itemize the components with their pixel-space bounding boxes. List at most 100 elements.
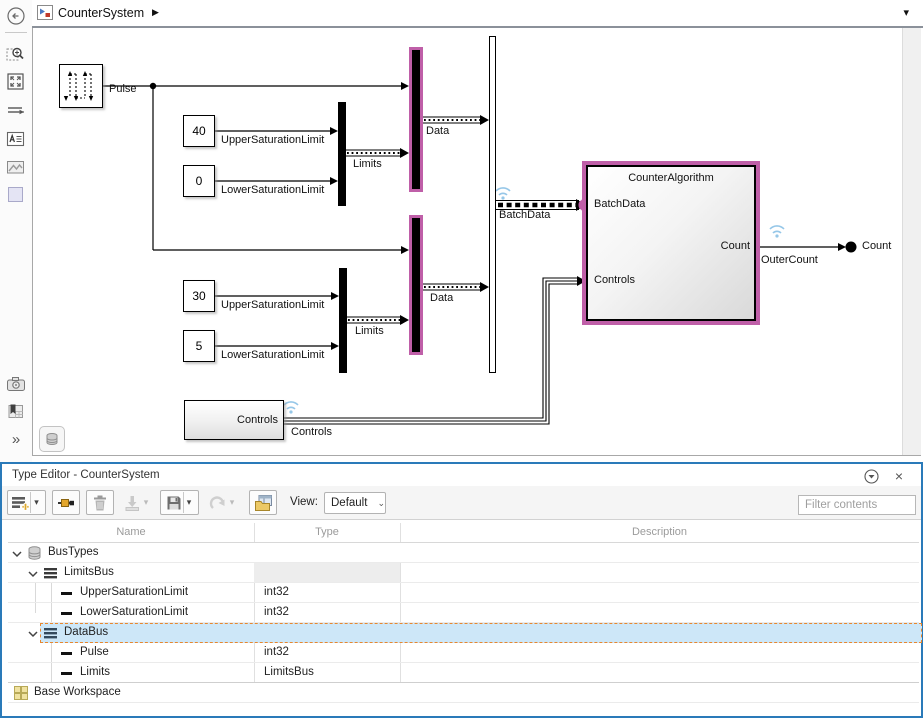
batchdata-signal-label[interactable]: BatchData (499, 209, 550, 221)
count-port-label: Count (713, 240, 750, 252)
count-signal-line[interactable] (756, 242, 857, 253)
canvas-scrollbar[interactable] (902, 28, 921, 455)
table-row-databus-selected[interactable]: DataBus (8, 623, 919, 643)
import-dropdown-icon: ▾ (141, 497, 152, 508)
column-description[interactable]: Description (400, 526, 919, 538)
view-label: View: (290, 496, 318, 508)
model-canvas[interactable]: Pulse 40 UpperSaturationLimit 0 LowerSat… (32, 28, 921, 456)
constant-30-block[interactable]: 30 (183, 280, 215, 312)
bus-creator-data1-highlighted[interactable] (409, 47, 423, 192)
area-icon[interactable] (6, 185, 26, 205)
chevron-down-icon[interactable] (28, 569, 38, 581)
pulse-signal-label[interactable]: Pulse (109, 83, 137, 95)
element-icon (61, 672, 72, 675)
table-row-uppersaturationlimit[interactable]: UpperSaturationLimit int32 (8, 583, 919, 603)
constant-40-block[interactable]: 40 (183, 115, 215, 147)
element-icon (61, 652, 72, 655)
bus-creator-2[interactable] (339, 268, 347, 373)
limits2-signal-label[interactable]: Limits (355, 325, 384, 337)
controls-logging-icon (284, 402, 298, 414)
lower-limit1-label[interactable]: LowerSaturationLimit (221, 184, 324, 196)
column-name[interactable]: Name (8, 526, 254, 538)
row-name: LimitsBus (64, 566, 114, 578)
expand-more-icon[interactable]: » (6, 430, 26, 450)
add-element-button[interactable] (52, 490, 80, 515)
panel-collapse-icon[interactable] (863, 468, 879, 484)
database-icon (45, 432, 59, 446)
limits1-bus-line[interactable] (346, 148, 409, 158)
redo-button: ▾ (205, 490, 241, 515)
left-tool-strip: » (0, 0, 32, 462)
back-icon[interactable] (6, 6, 26, 26)
save-icon (165, 494, 183, 512)
bus-port-marks (339, 116, 419, 324)
open-in-model-button[interactable] (249, 490, 277, 515)
chevron-down-icon[interactable] (12, 549, 22, 561)
table-row-base-workspace[interactable]: Base Workspace (8, 683, 919, 703)
image-icon[interactable] (6, 157, 26, 177)
screenshot-icon[interactable] (6, 374, 26, 394)
batchdata-port-label: BatchData (594, 198, 645, 210)
data2-bus-line[interactable] (423, 282, 489, 292)
import-button: ▾ (119, 490, 155, 515)
zoom-region-icon[interactable] (6, 44, 26, 64)
annotation-icon[interactable] (6, 129, 26, 149)
delete-button[interactable] (86, 490, 114, 515)
panel-title: Type Editor - CounterSystem (12, 469, 160, 481)
workspace-icon (14, 686, 28, 703)
upper-limit1-label[interactable]: UpperSaturationLimit (221, 134, 324, 146)
data1-bus-line[interactable] (423, 115, 489, 125)
dictionary-badge[interactable] (39, 426, 65, 452)
row-type: int32 (264, 586, 289, 598)
limits1-signal-label[interactable]: Limits (353, 158, 382, 170)
row-type: int32 (264, 646, 289, 658)
chevron-down-icon: ⌄ (377, 498, 385, 509)
bus-creator-data2-highlighted[interactable] (409, 215, 423, 355)
table-row-limitsbus[interactable]: LimitsBus (8, 563, 919, 583)
row-name: UpperSaturationLimit (80, 586, 188, 598)
view-dropdown-value: Default (331, 497, 367, 509)
signal-route-icon[interactable] (6, 101, 26, 121)
row-type: LimitsBus (264, 666, 314, 678)
viewmarks-icon[interactable] (6, 401, 26, 421)
controls-signal-label[interactable]: Controls (291, 426, 332, 438)
filter-contents-input[interactable] (798, 495, 916, 515)
controls-block-label: Controls (237, 414, 278, 426)
add-bus-button[interactable]: ▾ (7, 490, 46, 515)
panel-close-icon[interactable]: × (891, 468, 907, 484)
lower-limit2-label[interactable]: LowerSaturationLimit (221, 349, 324, 361)
bus-concatenate-block[interactable] (489, 36, 496, 373)
breadcrumb-dropdown-icon[interactable]: ▾ (903, 6, 909, 19)
data2-signal-label[interactable]: Data (430, 292, 453, 304)
fit-view-icon[interactable] (6, 72, 26, 92)
chevron-down-icon[interactable] (28, 629, 38, 641)
pulse-block[interactable] (59, 64, 103, 108)
outport-count-label[interactable]: Count (862, 240, 891, 252)
table-header: Name Type Description (8, 523, 919, 543)
redo-dropdown-icon: ▾ (227, 497, 238, 508)
save-dropdown-icon[interactable]: ▾ (184, 497, 195, 508)
save-button[interactable]: ▾ (160, 490, 199, 515)
table-row-bustypes[interactable]: BusTypes (8, 543, 919, 563)
outercount-signal-label[interactable]: OuterCount (761, 254, 818, 266)
column-type[interactable]: Type (254, 526, 400, 538)
constant-0-block[interactable]: 0 (183, 165, 215, 197)
breadcrumb-expand-icon[interactable]: ▶ (152, 7, 159, 18)
view-dropdown[interactable]: Default ⌄ (324, 492, 386, 514)
selection-highlight (40, 623, 922, 643)
constant-5-block[interactable]: 5 (183, 330, 215, 362)
breadcrumb-model[interactable]: CounterSystem (58, 6, 144, 20)
upper-limit2-label[interactable]: UpperSaturationLimit (221, 299, 324, 311)
limits2-bus-line[interactable] (347, 315, 409, 325)
divider (5, 32, 27, 33)
table-row-limits[interactable]: Limits LimitsBus (8, 663, 919, 683)
data1-signal-label[interactable]: Data (426, 125, 449, 137)
controls-block[interactable]: Controls (184, 400, 284, 440)
row-name: LowerSaturationLimit (80, 606, 188, 618)
redo-icon (209, 494, 227, 512)
bus-creator-1[interactable] (338, 102, 346, 206)
table-row-pulse[interactable]: Pulse int32 (8, 643, 919, 663)
add-bus-dropdown-icon[interactable]: ▾ (31, 497, 42, 508)
table-row-lowersaturationlimit[interactable]: LowerSaturationLimit int32 (8, 603, 919, 623)
row-name: BusTypes (48, 546, 99, 558)
